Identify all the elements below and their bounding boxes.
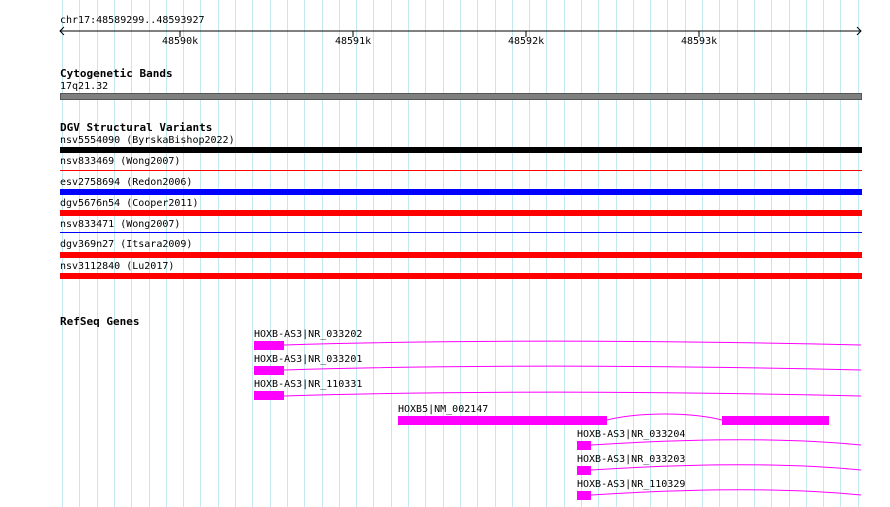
gene-label: HOXB-AS3|NR_110331 xyxy=(254,379,363,390)
gene-label: HOXB-AS3|NR_033201 xyxy=(254,354,363,365)
gene-label: HOXB-AS3|NR_033202 xyxy=(254,329,363,340)
gene-model[interactable] xyxy=(398,413,829,425)
gene-model[interactable] xyxy=(254,340,862,350)
gene-model[interactable] xyxy=(254,365,862,375)
gene-label: HOXB-AS3|NR_033203 xyxy=(577,454,686,465)
gene-model[interactable] xyxy=(577,489,862,500)
refseq-gene-models xyxy=(254,340,862,500)
gene-model[interactable] xyxy=(577,439,862,450)
gene-label: HOXB-AS3|NR_033204 xyxy=(577,429,686,440)
gene-label: HOXB-AS3|NR_110329 xyxy=(577,479,686,490)
gene-model[interactable] xyxy=(577,464,862,475)
gene-model[interactable] xyxy=(254,391,862,400)
gene-label: HOXB5|NM_002147 xyxy=(398,404,489,415)
